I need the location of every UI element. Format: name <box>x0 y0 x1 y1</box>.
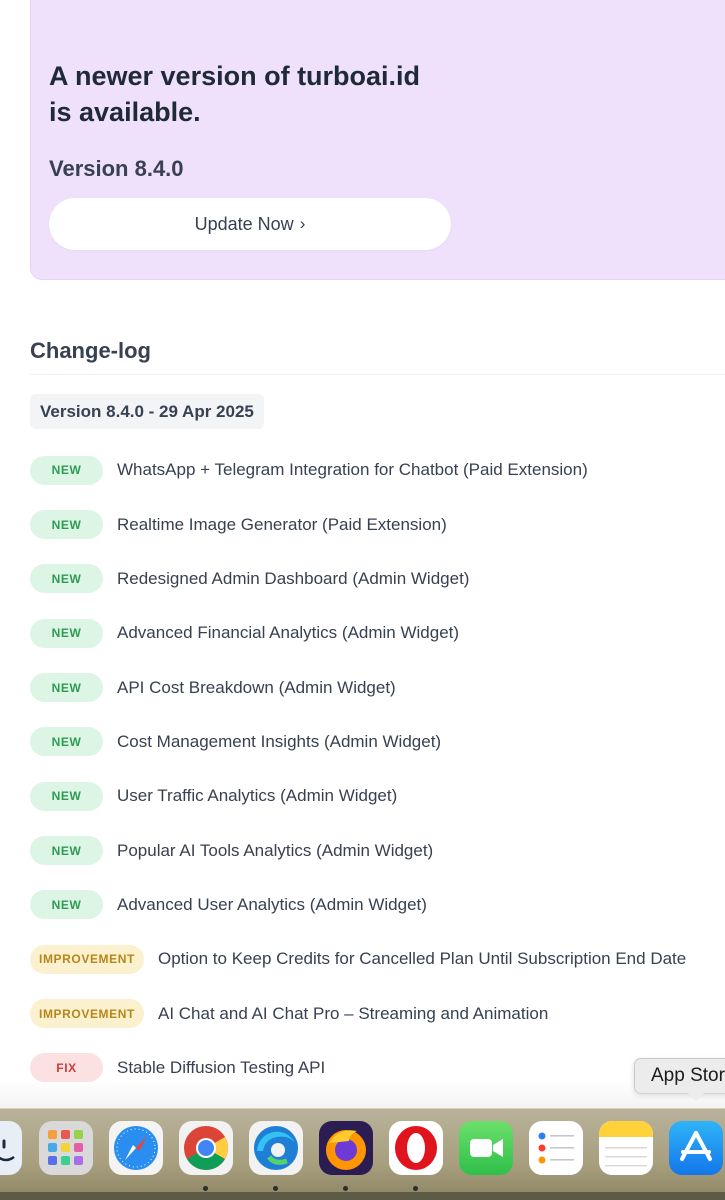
new-badge: NEW <box>30 564 103 594</box>
new-badge: NEW <box>30 673 103 703</box>
improvement-badge: IMPROVEMENT <box>30 999 144 1029</box>
changelog-entry: NEW Cost Management Insights (Admin Widg… <box>30 715 725 769</box>
running-indicator <box>343 1186 348 1191</box>
changelog-entry: IMPROVEMENT AI Chat and AI Chat Pro – St… <box>30 986 725 1040</box>
update-now-button[interactable]: Update Now › <box>49 198 451 250</box>
reminders-icon[interactable] <box>529 1121 583 1175</box>
chevron-right-icon: › <box>299 214 306 233</box>
dock-fade <box>0 1080 725 1108</box>
running-indicator <box>413 1186 418 1191</box>
changelog-list: NEW WhatsApp + Telegram Integration for … <box>30 443 725 1095</box>
new-badge: NEW <box>30 510 103 540</box>
changelog-entry-text: Stable Diffusion Testing API <box>117 1057 326 1077</box>
app-store-icon[interactable] <box>669 1121 723 1175</box>
opera-icon[interactable] <box>389 1121 443 1175</box>
edge-icon[interactable] <box>249 1121 303 1175</box>
changelog-entry: NEW WhatsApp + Telegram Integration for … <box>30 443 725 497</box>
new-badge: NEW <box>30 618 103 648</box>
changelog-entry-text: Advanced Financial Analytics (Admin Widg… <box>117 623 460 643</box>
changelog-divider <box>30 374 725 375</box>
changelog-entry-text: Realtime Image Generator (Paid Extension… <box>117 514 447 534</box>
finder-icon[interactable] <box>0 1121 22 1175</box>
changelog-heading: Change-log <box>30 338 151 363</box>
changelog-entry-text: Advanced User Analytics (Admin Widget) <box>117 894 427 914</box>
running-indicator <box>273 1186 278 1191</box>
notes-icon[interactable] <box>599 1121 653 1175</box>
update-title: A newer version of turboai.id is availab… <box>49 61 421 127</box>
changelog-entry-text: Cost Management Insights (Admin Widget) <box>117 731 442 751</box>
new-badge: NEW <box>30 890 103 920</box>
changelog-entry-text: Popular AI Tools Analytics (Admin Widget… <box>117 840 434 860</box>
changelog-entry: NEW User Traffic Analytics (Admin Widget… <box>30 769 725 823</box>
facetime-icon[interactable] <box>459 1121 513 1175</box>
changelog-entry-text: Redesigned Admin Dashboard (Admin Widget… <box>117 568 470 588</box>
changelog-entry: NEW Advanced Financial Analytics (Admin … <box>30 606 725 660</box>
new-badge: NEW <box>30 727 103 757</box>
new-badge: NEW <box>30 455 103 485</box>
changelog-entry-text: AI Chat and AI Chat Pro – Streaming and … <box>158 1003 549 1023</box>
running-indicator <box>203 1186 208 1191</box>
firefox-icon[interactable] <box>319 1121 373 1175</box>
update-now-label: Update Now <box>194 213 294 234</box>
changelog-entry-text: User Traffic Analytics (Admin Widget) <box>117 786 398 806</box>
fix-badge: FIX <box>30 1053 103 1083</box>
changelog-entry-text: WhatsApp + Telegram Integration for Chat… <box>117 460 588 480</box>
new-badge: NEW <box>30 781 103 811</box>
version-label: Version 8.4.0 - 29 Apr 2025 <box>30 394 264 429</box>
desktop-wallpaper <box>0 1192 725 1200</box>
safari-icon[interactable] <box>109 1121 163 1175</box>
update-version: Version 8.4.0 <box>49 156 184 181</box>
changelog-entry: NEW API Cost Breakdown (Admin Widget) <box>30 660 725 714</box>
launchpad-icon[interactable] <box>39 1121 93 1175</box>
changelog-entry: IMPROVEMENT Option to Keep Credits for C… <box>30 932 725 986</box>
improvement-badge: IMPROVEMENT <box>30 944 144 974</box>
changelog-entry: NEW Popular AI Tools Analytics (Admin Wi… <box>30 823 725 877</box>
changelog-entry-text: API Cost Breakdown (Admin Widget) <box>117 677 396 697</box>
changelog-entry: NEW Realtime Image Generator (Paid Exten… <box>30 497 725 551</box>
changelog-entry-text: Option to Keep Credits for Cancelled Pla… <box>158 949 687 969</box>
new-badge: NEW <box>30 836 103 866</box>
changelog-entry: NEW Redesigned Admin Dashboard (Admin Wi… <box>30 552 725 606</box>
changelog-entry: NEW Advanced User Analytics (Admin Widge… <box>30 878 725 932</box>
chrome-icon[interactable] <box>179 1121 233 1175</box>
